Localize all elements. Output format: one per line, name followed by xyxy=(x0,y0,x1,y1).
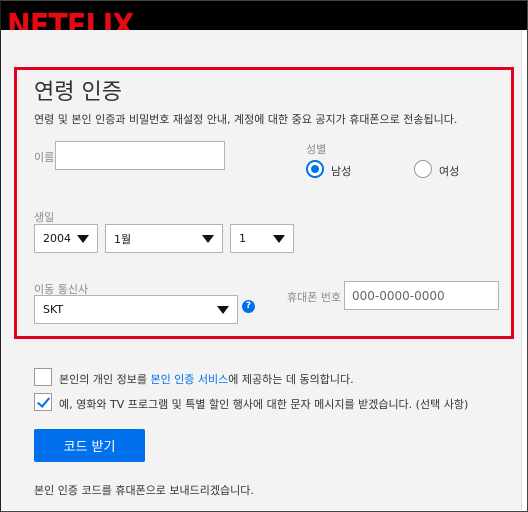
privacy-consent-checkbox[interactable] xyxy=(34,368,52,386)
identity-service-link[interactable]: 본인 인증 서비스 xyxy=(150,373,228,386)
birth-day-value: 1 xyxy=(239,232,246,245)
privacy-consent-text-before: 본인의 개인 정보를 xyxy=(59,373,151,386)
carrier-value: SKT xyxy=(43,303,64,316)
footer-note: 본인 인증 코드를 휴대폰으로 보내드리겠습니다. xyxy=(34,484,254,497)
gender-male-radio[interactable] xyxy=(306,160,324,178)
gender-female-radio[interactable] xyxy=(414,160,432,178)
chevron-down-icon xyxy=(273,234,285,243)
birth-year-value: 2004 xyxy=(43,232,71,245)
birth-month-select[interactable]: 1월 xyxy=(105,224,223,253)
gender-male-label: 남성 xyxy=(331,165,352,178)
chevron-down-icon xyxy=(77,234,89,243)
birth-day-select[interactable]: 1 xyxy=(230,224,294,253)
chevron-down-icon xyxy=(217,305,229,314)
gender-female-label: 여성 xyxy=(439,165,460,178)
birth-label: 생일 xyxy=(34,211,55,224)
help-icon[interactable]: ? xyxy=(242,300,255,313)
privacy-consent-text-after: 에 제공하는 데 동의합니다. xyxy=(228,373,354,386)
gender-label: 성별 xyxy=(306,143,327,156)
carrier-select[interactable]: SKT xyxy=(34,295,238,324)
chevron-down-icon xyxy=(202,234,214,243)
marketing-consent-text: 예, 영화와 TV 프로그램 및 특별 할인 행사에 대한 문자 메시지를 받겠… xyxy=(59,398,469,411)
scrollbar-track[interactable] xyxy=(521,30,527,510)
phone-label: 휴대폰 번호 xyxy=(287,291,342,304)
phone-input[interactable]: 000-0000-0000 xyxy=(344,281,499,310)
form-description: 연령 및 본인 인증과 비밀번호 재설정 안내, 계정에 대한 중요 공지가 휴… xyxy=(34,113,458,126)
get-code-button[interactable]: 코드 받기 xyxy=(34,429,145,462)
privacy-consent-text: 본인의 개인 정보를 본인 인증 서비스에 제공하는 데 동의합니다. xyxy=(59,371,354,387)
birth-year-select[interactable]: 2004 xyxy=(34,224,98,253)
birth-month-value: 1월 xyxy=(114,232,132,246)
page-title: 연령 인증 xyxy=(34,80,122,105)
marketing-consent-checkbox[interactable] xyxy=(34,393,52,411)
name-label: 이름 xyxy=(34,151,55,164)
name-input[interactable] xyxy=(55,141,225,170)
header-bar: NETFLIX xyxy=(1,1,527,42)
